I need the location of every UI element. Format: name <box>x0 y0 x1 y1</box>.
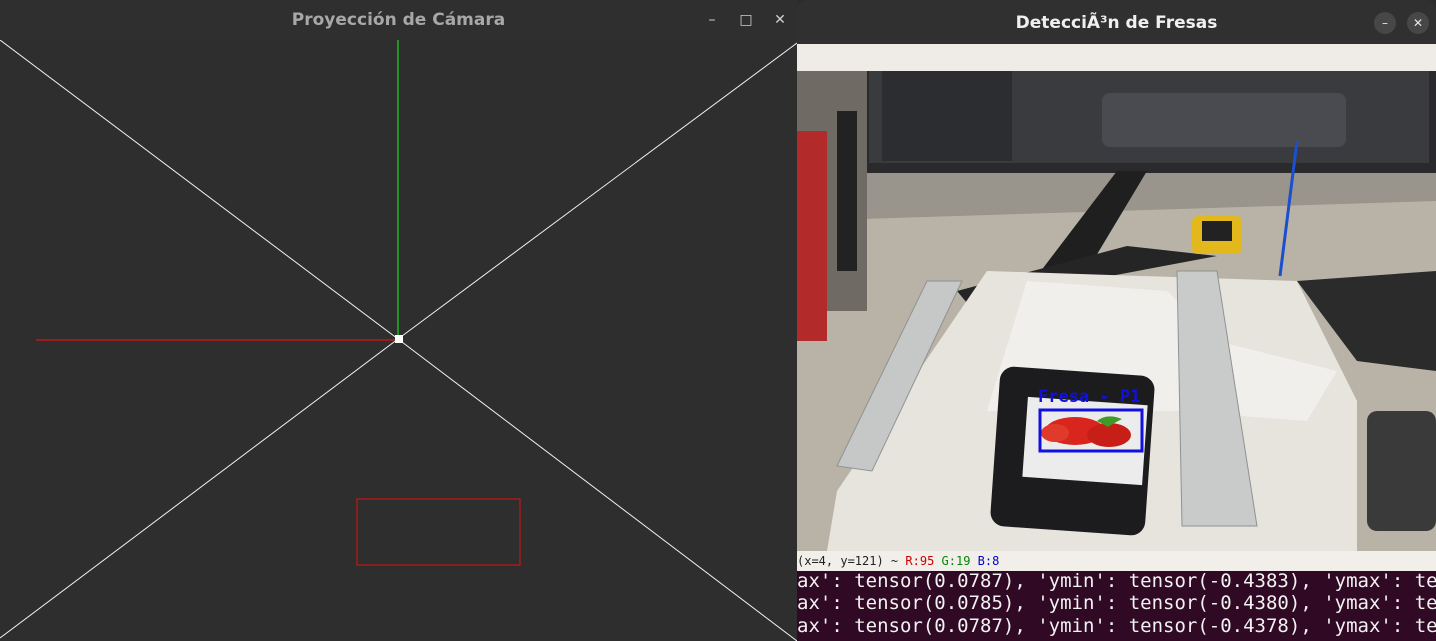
terminal-line: ax': tensor(0.0785), 'ymin': tensor(-0.4… <box>797 592 1436 614</box>
minimize-icon[interactable]: – <box>702 10 722 30</box>
close-icon[interactable]: ✕ <box>1407 12 1429 34</box>
detection-titlebar[interactable]: DetecciÃ³n de Fresas – ✕ <box>797 0 1436 44</box>
projection-window-title: Proyección de Cámara <box>291 10 506 30</box>
viewer-toolbar <box>797 44 1436 71</box>
minimize-icon[interactable]: – <box>1374 12 1396 34</box>
detection-window: DetecciÃ³n de Fresas – ✕ Fresa - P1 (x=4… <box>797 0 1436 641</box>
camera-feed: Fresa - P1 <box>797 71 1436 551</box>
close-icon[interactable]: ✕ <box>770 10 790 30</box>
detection-label: Fresa - P1 <box>1038 387 1140 407</box>
left-terminal-strip <box>0 634 797 641</box>
origin-marker <box>395 335 403 343</box>
maximize-icon[interactable]: □ <box>736 10 756 30</box>
projection-canvas <box>0 40 797 641</box>
projection-window: Proyección de Cámara – □ ✕ <box>0 0 797 641</box>
detection-window-title: DetecciÃ³n de Fresas <box>1015 13 1218 33</box>
terminal-line: ax': tensor(0.0787), 'ymin': tensor(-0.4… <box>797 615 1436 637</box>
status-bar: (x=4, y=121) ~ R:95 G:19 B:8 <box>797 551 1436 571</box>
status-coords: (x=4, y=121) ~ <box>797 554 899 568</box>
projection-titlebar[interactable]: Proyección de Cámara – □ ✕ <box>0 0 797 41</box>
status-red: R:95 <box>905 554 935 568</box>
status-green: G:19 <box>941 554 971 568</box>
status-blue: B:8 <box>977 554 1000 568</box>
terminal-output[interactable]: ax': tensor(0.0787), 'ymin': tensor(-0.4… <box>797 571 1436 641</box>
terminal-line: ax': tensor(0.0787), 'ymin': tensor(-0.4… <box>797 571 1436 592</box>
